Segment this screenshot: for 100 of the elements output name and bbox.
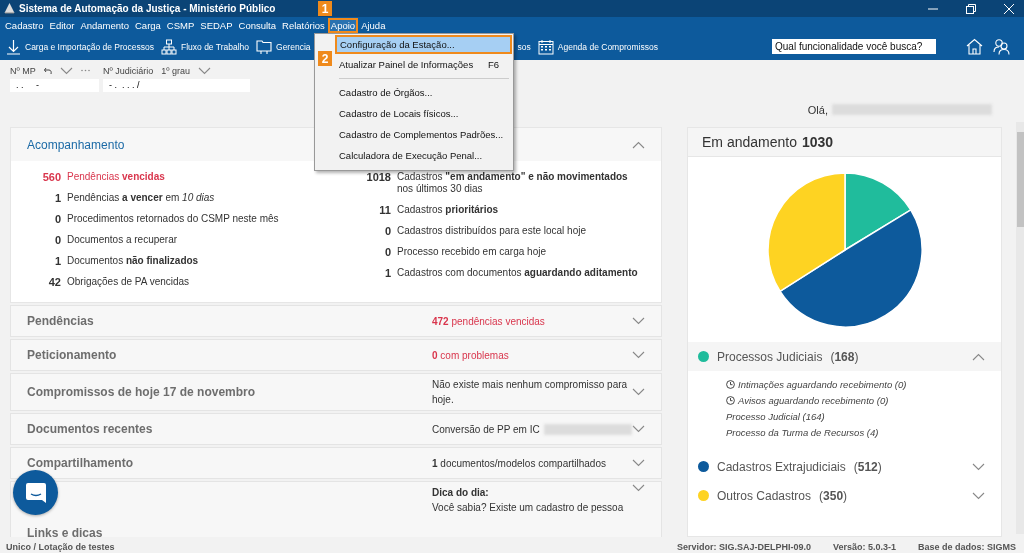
toolbar-button[interactable]: sos: [517, 41, 531, 52]
minimize-icon[interactable]: [928, 7, 938, 10]
stat-text: Obrigações de PA vencidas: [67, 276, 190, 288]
legend-row[interactable]: Cadastros Extrajudiciais (512): [688, 452, 1001, 481]
menu-item[interactable]: Carga: [132, 17, 164, 33]
chevron-down-icon[interactable]: [632, 484, 645, 492]
step-badge: 2: [318, 51, 332, 66]
stat-count: 1018: [365, 171, 391, 183]
hierarchy-icon[interactable]: [161, 38, 177, 55]
menu-option[interactable]: Atualizar Painel de Informações F6: [335, 54, 512, 75]
menu-item[interactable]: Relatórios: [279, 17, 328, 33]
stat-text: Documentos não finalizados: [67, 255, 199, 267]
chevron-down-icon[interactable]: [972, 491, 985, 500]
toolbar-button[interactable]: Gerencia: [256, 38, 311, 55]
status-text: Servidor: SIG.SAJ-DELPHI-09.0: [676, 541, 811, 552]
download-icon[interactable]: [6, 38, 21, 55]
menu-option[interactable]: Cadastro de Locais físicos...: [335, 103, 512, 124]
chevron-down-icon[interactable]: [632, 388, 645, 396]
grade-selector[interactable]: 1º grau: [161, 65, 191, 76]
legend-label: Processos Judiciais: [717, 349, 823, 364]
stat-text: Processo recebido em carga hoje: [397, 246, 546, 258]
sub-item-link[interactable]: Intimações aguardando recebimento (0): [738, 379, 907, 390]
stat-count: 0: [383, 246, 391, 258]
toolbar-button[interactable]: Carga e Importação de Processos: [6, 38, 154, 55]
status-text: Base de dados: SIGMS: [917, 541, 1016, 552]
chevron-down-icon[interactable]: [632, 351, 645, 359]
users-icon[interactable]: [993, 38, 1010, 55]
greeting-text: Olá,: [807, 103, 828, 116]
stat-count: 42: [47, 276, 61, 288]
status-text: Unico / Lotação de testes: [6, 541, 115, 552]
section-summary: Não existe mais nenhum compromisso para hoje.: [432, 378, 629, 407]
more-icon[interactable]: [80, 69, 90, 73]
chevron-down-icon[interactable]: [59, 66, 73, 75]
chevron-up-icon[interactable]: [632, 140, 645, 149]
undo-icon[interactable]: [43, 67, 52, 75]
legend-count: (168): [830, 349, 860, 364]
menu-item[interactable]: Apoio: [327, 17, 359, 33]
field-label: Nº Judiciário: [103, 65, 154, 76]
number-field[interactable]: . . -: [10, 78, 99, 92]
stat-text: Cadastros com documentos aguardando aditamento: [397, 267, 638, 279]
search-field[interactable]: Qual funcionalidade você busca?: [772, 39, 936, 54]
accordion-row[interactable]: Pendências 472 pendências vencidas: [10, 305, 662, 337]
menu-item[interactable]: Ajuda: [358, 17, 389, 33]
restore-icon[interactable]: [966, 3, 976, 14]
menu-option[interactable]: Calculadora de Execução Penal...: [335, 145, 512, 166]
stat-count: 1: [53, 192, 61, 204]
accordion-row[interactable]: Documentos recentes Conversão de PP em IC: [10, 413, 662, 445]
section-title: Compartilhamento: [27, 456, 134, 470]
accordion-row[interactable]: Compartilhamento 1 documentos/modelos compartilhados: [10, 447, 662, 479]
close-icon[interactable]: [1004, 3, 1014, 14]
stat-count: 1: [53, 255, 61, 267]
sub-item-link[interactable]: Avisos aguardando recebimento (0): [738, 395, 889, 406]
stat-text: Documentos a recuperar: [67, 234, 178, 246]
menu-item[interactable]: Editor: [46, 17, 78, 33]
menu-item[interactable]: Andamento: [77, 17, 132, 33]
toolbar-button[interactable]: Fluxo de Trabalho: [161, 38, 250, 55]
stat-text: Cadastros distribuídos para este local hoje: [397, 225, 586, 237]
step-badge: 1: [318, 1, 332, 16]
chevron-down-icon[interactable]: [632, 425, 645, 433]
stat-text: Cadastros "em andamento" e não movimentados nos últimos 30 dias: [397, 171, 629, 195]
accordion-row[interactable]: Compromissos de hoje 17 de novembro Não existe mais nenhum compromisso para hoje.: [10, 373, 662, 411]
section-summary: Conversão de PP em IC: [432, 422, 540, 437]
chevron-down-icon[interactable]: [632, 459, 645, 467]
section-title: Pendências: [27, 314, 95, 328]
accordion-row[interactable]: Links e dicas Dica do dia: Você sabia? Existe um cadastro de pessoa: [10, 481, 662, 537]
chevron-down-icon[interactable]: [972, 462, 985, 471]
clock-icon: [726, 396, 735, 405]
status-text: Versão: 5.0.3-1: [832, 541, 896, 552]
menu-item[interactable]: Cadastro: [2, 17, 47, 33]
chevron-down-icon[interactable]: [632, 317, 645, 325]
menu-option[interactable]: Cadastro de Órgãos...: [335, 82, 512, 103]
number-field[interactable]: - . . . . /: [103, 78, 250, 92]
menu-item[interactable]: CSMP: [163, 17, 198, 33]
section-summary: 0 com problemas: [432, 348, 510, 363]
menu-item[interactable]: SEDAP: [197, 17, 236, 33]
menu-item[interactable]: Consulta: [235, 17, 280, 33]
sub-item-link[interactable]: Processo Judicial (164): [726, 411, 825, 422]
legend-label: Cadastros Extrajudiciais: [717, 459, 846, 474]
chevron-down-icon[interactable]: [198, 66, 212, 75]
stat-count: 1: [383, 267, 391, 279]
toolbar-button[interactable]: Agenda de Compromissos: [537, 38, 658, 55]
chevron-up-icon[interactable]: [972, 352, 985, 361]
chat-icon[interactable]: [24, 481, 47, 504]
stat-count: 11: [378, 204, 391, 216]
scrollbar[interactable]: [1016, 122, 1024, 534]
panel-count: 1030: [801, 134, 834, 150]
stat-text: Pendências vencidas: [67, 171, 165, 183]
menu-option[interactable]: Cadastro de Complementos Padrões...: [335, 124, 512, 145]
menu-option[interactable]: Configuração da Estação...: [335, 35, 512, 54]
section-title: Documentos recentes: [27, 422, 154, 436]
window-title: Sistema de Automação da Justiça - Ministério Público: [19, 3, 276, 14]
legend-row[interactable]: Outros Cadastros (350): [688, 481, 1001, 510]
accordion-row[interactable]: Peticionamento 0 com problemas: [10, 339, 662, 371]
sub-item-link[interactable]: Processo da Turma de Recursos (4): [726, 427, 879, 438]
panel-title: Em andamento: [702, 134, 797, 150]
home-icon[interactable]: [966, 38, 983, 55]
section-summary: 1 documentos/modelos compartilhados: [432, 456, 607, 471]
calendar-icon[interactable]: [537, 38, 554, 55]
legend-row[interactable]: Processos Judiciais (168): [688, 342, 1001, 371]
board-icon[interactable]: [256, 38, 273, 55]
